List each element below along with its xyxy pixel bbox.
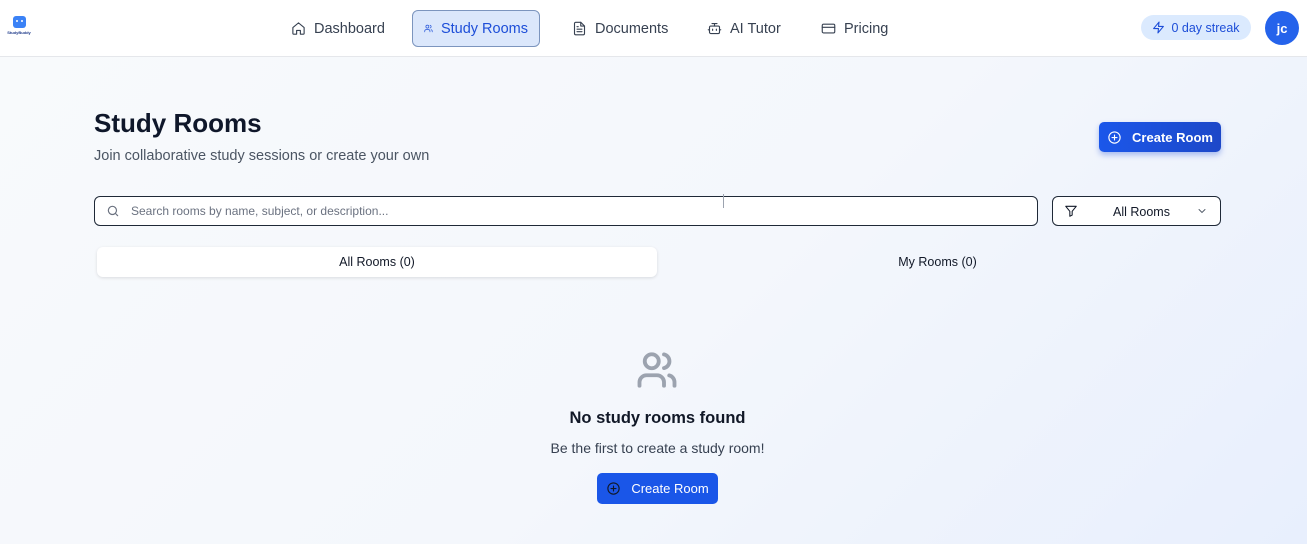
mouse-cursor [723,194,724,208]
room-tabs: All Rooms (0) My Rooms (0) [94,247,1221,279]
create-room-label: Create Room [1132,129,1213,145]
empty-state-create-room-button[interactable]: Create Room [597,473,718,504]
empty-state-create-room-label: Create Room [631,481,709,496]
nav-study-rooms[interactable]: Study Rooms [412,10,540,47]
search-input[interactable] [131,204,1011,218]
credit-card-icon [821,23,836,34]
nav-ai-tutor-label: AI Tutor [730,20,781,37]
nav-documents[interactable]: Documents [560,10,680,47]
nav-ai-tutor[interactable]: AI Tutor [695,10,793,47]
bot-icon [707,22,722,35]
tab-my-rooms[interactable]: My Rooms (0) [657,247,1218,277]
file-icon [573,21,586,36]
main-nav: Dashboard Study Rooms Documents AI Tutor… [0,10,1307,47]
users-icon [424,24,433,33]
home-icon [292,22,305,35]
search-bar [94,194,1038,226]
plus-circle-icon [1108,130,1121,144]
top-navigation-bar: StudyBuddy Dashboard Study Rooms Documen… [0,0,1307,57]
room-filter-select[interactable]: All Rooms [1052,196,1221,226]
nav-dashboard[interactable]: Dashboard [279,10,397,47]
page-subtitle: Join collaborative study sessions or cre… [94,148,430,164]
user-avatar[interactable]: jc [1265,11,1299,45]
tab-all-rooms[interactable]: All Rooms (0) [97,247,657,277]
lightning-icon [1153,21,1165,34]
users-icon [637,352,677,388]
nav-pricing[interactable]: Pricing [809,10,900,47]
page-title: Study Rooms [94,108,262,138]
plus-circle-icon [607,482,621,495]
empty-state-subtitle: Be the first to create a study room! [550,440,765,456]
chevron-down-icon [1198,209,1206,214]
streak-badge[interactable]: 0 day streak [1141,15,1251,40]
filter-selected-label: All Rooms [1113,205,1170,219]
empty-state-title: No study rooms found [569,409,746,427]
streak-label: 0 day streak [1171,20,1240,35]
nav-pricing-label: Pricing [844,20,889,37]
nav-study-rooms-label: Study Rooms [440,20,528,37]
nav-documents-label: Documents [595,20,669,37]
search-icon [107,205,119,217]
nav-dashboard-label: Dashboard [314,20,385,37]
create-room-button[interactable]: Create Room [1099,122,1221,152]
filter-icon [1065,205,1077,217]
